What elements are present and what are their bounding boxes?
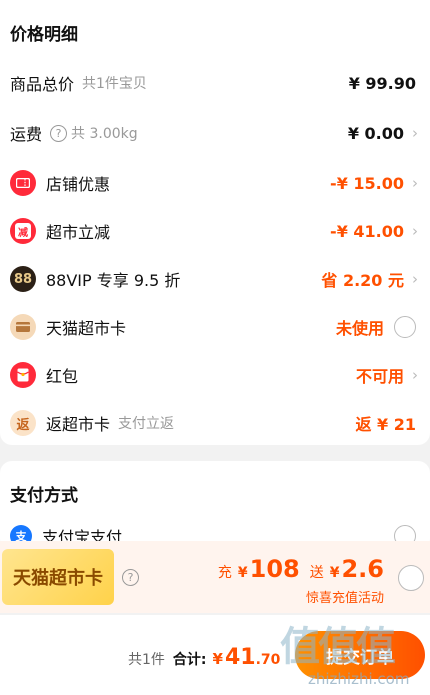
return-card-sub: 支付立返 bbox=[118, 416, 175, 432]
shipping-row[interactable]: 运费 ? 共 3.00kg ¥ 0.00 › bbox=[0, 113, 430, 153]
recharge-promo-banner[interactable]: 天猫超市卡 ? 充 ¥ 108 送 ¥ 2.6 惊喜充值活动 bbox=[0, 541, 430, 613]
price-detail-card: 价格明细 商品总价 共1件宝贝 ¥ 99.90 运费 ? 共 3.00kg ¥ … bbox=[0, 0, 430, 445]
gift-amount: 2.6 bbox=[341, 555, 384, 583]
total-decimal: .70 bbox=[255, 652, 281, 668]
vip-discount-value: 省 2.20 元 bbox=[321, 271, 404, 290]
charge-amount: 108 bbox=[249, 555, 300, 583]
red-packet-label: 红包 bbox=[46, 367, 79, 386]
return-card-label: 返超市卡 bbox=[46, 415, 111, 434]
payment-method-title: 支付方式 bbox=[10, 486, 78, 506]
red-packet-icon bbox=[10, 362, 36, 388]
market-reduce-label: 超市立减 bbox=[46, 223, 111, 242]
ticket-icon bbox=[10, 170, 36, 196]
promo-radio[interactable] bbox=[398, 565, 424, 591]
payment-method-card: 支付方式 支 支付宝支付 bbox=[0, 461, 430, 551]
help-icon[interactable]: ? bbox=[122, 569, 139, 586]
watermark-logo: 值值值 bbox=[280, 624, 396, 670]
vip-discount-label: 88VIP 专享 9.5 折 bbox=[46, 271, 181, 290]
currency-symbol: ¥ bbox=[329, 565, 340, 581]
price-detail-title: 价格明细 bbox=[10, 25, 78, 45]
item-count: 共1件 bbox=[128, 652, 165, 668]
tmall-card-row[interactable]: 天猫超市卡 未使用 bbox=[0, 307, 430, 347]
return-card-value: 返 ¥ 21 bbox=[355, 415, 416, 434]
promo-subtitle: 惊喜充值活动 bbox=[305, 591, 384, 606]
vip-discount-row[interactable]: 88 88VIP 专享 9.5 折 省 2.20 元 › bbox=[0, 259, 430, 299]
card-icon bbox=[10, 314, 36, 340]
tmall-card-label: 天猫超市卡 bbox=[46, 319, 127, 338]
shipping-value: ¥ 0.00 bbox=[347, 123, 404, 143]
chevron-right-icon: › bbox=[412, 366, 418, 384]
chevron-right-icon: › bbox=[412, 174, 418, 192]
market-reduce-row[interactable]: 减 超市立减 -¥ 41.00 › bbox=[0, 211, 430, 251]
shipping-label: 运费 bbox=[10, 125, 43, 144]
total-label: 合计: bbox=[172, 652, 207, 668]
red-packet-status: 不可用 bbox=[355, 367, 404, 386]
red-packet-row[interactable]: 红包 不可用 › bbox=[0, 355, 430, 395]
return-icon: 返 bbox=[10, 410, 36, 436]
gift-label: 送 bbox=[309, 565, 324, 581]
shipping-weight-text: 共 3.00kg bbox=[71, 126, 138, 142]
goods-total-value: ¥ 99.90 bbox=[348, 73, 416, 93]
reduce-icon-text: 减 bbox=[15, 223, 31, 239]
goods-total-label: 商品总价 bbox=[10, 75, 75, 94]
market-reduce-value: -¥ 41.00 bbox=[330, 221, 404, 241]
return-card-row: 返 返超市卡 支付立返 返 ¥ 21 bbox=[0, 403, 430, 443]
chevron-right-icon: › bbox=[412, 222, 418, 240]
shop-discount-value: -¥ 15.00 bbox=[330, 173, 404, 193]
chevron-right-icon: › bbox=[412, 124, 418, 142]
reduce-icon: 减 bbox=[10, 218, 36, 244]
help-icon[interactable]: ? bbox=[50, 124, 68, 142]
promo-amounts: 充 ¥ 108 送 ¥ 2.6 bbox=[218, 555, 384, 583]
total-currency: ¥ bbox=[212, 650, 223, 668]
charge-label: 充 bbox=[217, 565, 232, 581]
vip-88-icon: 88 bbox=[10, 266, 36, 292]
goods-count-text: 共1件宝贝 bbox=[82, 76, 147, 92]
shop-discount-label: 店铺优惠 bbox=[46, 175, 111, 194]
shop-discount-row[interactable]: 店铺优惠 -¥ 15.00 › bbox=[0, 163, 430, 203]
tmall-card-tag: 天猫超市卡 bbox=[2, 549, 114, 605]
total-summary: 共1件 合计: ¥ 41 .70 bbox=[128, 645, 280, 670]
currency-symbol: ¥ bbox=[237, 565, 248, 581]
watermark-url: zhizhizhi.com bbox=[308, 670, 410, 688]
chevron-right-icon: › bbox=[412, 270, 418, 288]
tmall-card-radio[interactable] bbox=[394, 316, 416, 338]
total-integer: 41 bbox=[224, 645, 256, 670]
goods-total-row: 商品总价 共1件宝贝 ¥ 99.90 bbox=[0, 63, 430, 103]
tmall-card-status: 未使用 bbox=[335, 319, 384, 338]
